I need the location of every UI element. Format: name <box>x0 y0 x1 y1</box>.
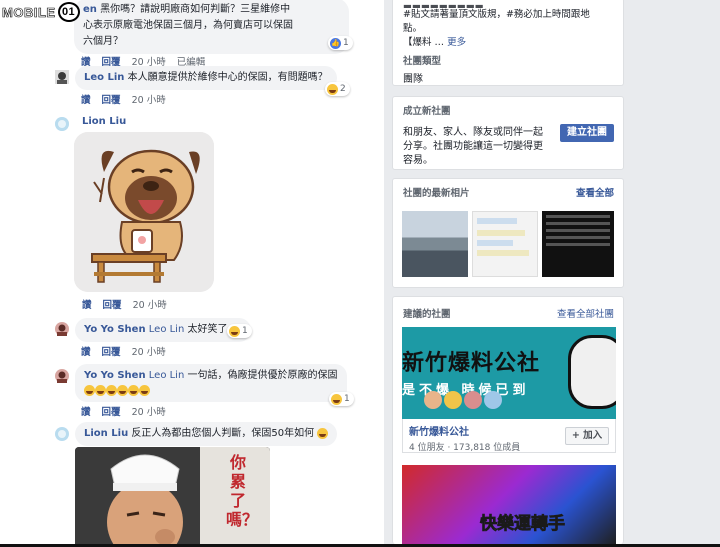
comment-actions: 讚 回覆 20 小時 <box>82 297 175 311</box>
comment-bubble: Leo Lin 本人願意提供於維修中心的保固，有問題嗎？ <box>75 66 337 90</box>
timestamp[interactable]: 20 小時 <box>132 347 166 358</box>
comment-text: 太好笑了 <box>187 324 228 335</box>
haha-icon <box>327 83 338 95</box>
comment-1: en 黑你嗎？請說明廠商如何判斷？三星維修中 心表示原廠電池保固三個月，為何賣店… <box>55 0 353 68</box>
like-icon: 👍 <box>330 37 341 49</box>
comment-bubble: en 黑你嗎？請說明廠商如何判斷？三星維修中 心表示原廠電池保固三個月，為何賣店… <box>74 0 349 54</box>
comment-text-line2: 心表示原廠電池保固三個月，為何賣店可以保固 <box>83 20 293 31</box>
comment-actions: 讚 回覆 20 小時 <box>75 404 347 418</box>
comment-bubble: Lion Liu 反正人為都由您個人判斷，保固50年如何 <box>75 422 338 446</box>
page-gutter <box>628 0 720 544</box>
avatar[interactable] <box>55 369 69 383</box>
banner2-title: 快樂運轉手 <box>480 514 566 535</box>
like-link[interactable]: 讚 <box>82 300 92 311</box>
suggested-title: 建議的社團 <box>403 309 451 320</box>
description-line: #貼文請著量頂文版規，#務必加上時間跟地 <box>403 9 590 20</box>
timestamp[interactable]: 20 小時 <box>132 95 166 106</box>
commenter-name[interactable]: Lion Liu <box>82 116 126 127</box>
emoji-row <box>84 384 150 396</box>
avatar[interactable] <box>55 322 69 336</box>
comment-actions: 讚 回覆 20 小時 <box>75 344 251 358</box>
comment-text: 本人願意提供於維修中心的保固，有問題嗎？ <box>127 72 328 83</box>
pug-sticker[interactable] <box>74 132 214 292</box>
meme-caption: 你累了嗎？ <box>226 453 259 529</box>
haha-icon <box>229 325 240 337</box>
site-logo: MOBILE 01 <box>2 2 80 22</box>
commenter-name[interactable]: Yo Yo Shen <box>84 324 146 335</box>
reaction-count: 2 <box>340 84 346 94</box>
commenter-name[interactable]: Lion Liu <box>84 428 128 439</box>
comment-5: Yo Yo Shen Leo Lin 一句話，偽廠提供優於原廠的保固 1 讚 回… <box>75 364 354 418</box>
photo-thumbnail[interactable] <box>402 211 468 277</box>
reaction-count: 1 <box>242 326 248 336</box>
see-all-groups-link[interactable]: 查看全部社團 <box>557 306 614 320</box>
create-group-button[interactable]: 建立社團 <box>560 124 614 142</box>
comment-6: Lion Liu 反正人為都由您個人判斷，保固50年如何 <box>75 422 338 446</box>
timestamp[interactable]: 20 小時 <box>132 407 166 418</box>
laughing-emoji <box>317 427 329 439</box>
comment-text-line1: 黑你嗎？請說明廠商如何判斷？三星維修中 <box>100 4 291 15</box>
comment-bubble: Yo Yo Shen Leo Lin 太好笑了 <box>75 318 251 342</box>
reply-link[interactable]: 回覆 <box>102 407 121 418</box>
description-line: 點。 <box>403 23 423 34</box>
description-line: 【爆料 <box>403 37 432 48</box>
suggested-groups-card: 建議的社團 查看全部社團 新竹爆料公社 是不爆 時候已到 新竹爆料公社 4 位朋… <box>392 296 624 545</box>
avatar[interactable] <box>55 117 69 131</box>
group-type-value: 團隊 <box>403 74 423 85</box>
desc-line: 和朋友、家人、隊友或同伴一起 <box>403 127 543 138</box>
comment-2: Leo Lin 本人願意提供於維修中心的保固，有問題嗎？ 2 讚 回覆 20 小… <box>75 66 350 106</box>
comment-feed: MOBILE 01 en 黑你嗎？請說明廠商如何判斷？三星維修中 心表示原廠電池… <box>0 0 384 544</box>
group-type-label: 社團類型 <box>403 56 442 67</box>
comment-text-line3: 六個月？ <box>83 36 123 47</box>
reply-link[interactable]: 回覆 <box>102 347 121 358</box>
comment-text: 反正人為都由您個人判斷，保固50年如何 <box>131 428 315 439</box>
group-banner-2[interactable]: 快樂運轉手 <box>402 465 616 545</box>
group-about-card: ▬▬▬▬▬▬▬▬▬ #貼文請著量頂文版規，#務必加上時間跟地 點。 【爆料 … … <box>392 0 624 86</box>
see-all-photos-link[interactable]: 查看全部 <box>576 185 614 199</box>
timestamp[interactable]: 20 小時 <box>133 300 167 311</box>
reply-link[interactable]: 回覆 <box>103 300 122 311</box>
comment-bubble: Yo Yo Shen Leo Lin 一句話，偽廠提供優於原廠的保固 <box>75 364 347 402</box>
like-link[interactable]: 讚 <box>81 407 91 418</box>
reaction-summary[interactable]: 2 <box>325 82 350 96</box>
reaction-count: 1 <box>343 38 349 48</box>
like-link[interactable]: 讚 <box>81 95 91 106</box>
commenter-name[interactable]: Leo Lin <box>84 72 124 83</box>
desc-line: 容易。 <box>403 155 433 166</box>
reaction-summary[interactable]: 👍 1 <box>328 36 353 50</box>
join-group-button[interactable]: + 加入 <box>565 427 609 445</box>
reaction-summary[interactable]: 1 <box>329 392 354 406</box>
reaction-summary[interactable]: 1 <box>227 324 252 338</box>
avatar[interactable] <box>55 427 69 441</box>
group-description: ▬▬▬▬▬▬▬▬▬ #貼文請著量頂文版規，#務必加上時間跟地 點。 【爆料 … … <box>403 0 613 50</box>
commenter-name[interactable]: en <box>83 4 97 15</box>
logo-text: MOBILE <box>2 4 56 20</box>
comment-text: 一句話，偽廠提供優於原廠的保固 <box>187 370 338 381</box>
reaction-count: 1 <box>344 394 350 404</box>
group-info-row: 新竹爆料公社 4 位朋友 · 173,818 位成員 + 加入 <box>402 419 616 453</box>
mention-link[interactable]: Leo Lin <box>149 370 185 381</box>
group-photos-card: 社團的最新相片 查看全部 <box>392 178 624 288</box>
comment-4: Yo Yo Shen Leo Lin 太好笑了 1 讚 回覆 20 小時 <box>75 318 252 358</box>
meme-image[interactable]: 你累了嗎？ <box>75 447 270 544</box>
banner-title: 新竹爆料公社 <box>402 351 541 376</box>
reply-link[interactable]: 回覆 <box>102 95 121 106</box>
photo-thumbnail[interactable] <box>472 211 538 277</box>
photo-thumbnail[interactable] <box>542 211 614 277</box>
desc-line: 分享。社團功能讓這一切變得更 <box>403 141 543 152</box>
group-banner[interactable]: 新竹爆料公社 是不爆 時候已到 <box>402 327 616 419</box>
haha-icon <box>331 393 342 405</box>
commenter-name[interactable]: Yo Yo Shen <box>84 370 146 381</box>
create-group-title: 成立新社團 <box>403 106 451 117</box>
banner-mascot <box>568 335 616 409</box>
logo-oval: 01 <box>57 2 80 22</box>
comment-actions: 讚 回覆 20 小時 <box>75 92 337 106</box>
like-link[interactable]: 讚 <box>81 347 91 358</box>
mention-link[interactable]: Leo Lin <box>149 324 185 335</box>
create-group-desc: 和朋友、家人、隊友或同伴一起 分享。社團功能讓這一切變得更 容易。 <box>403 126 563 168</box>
see-more-link[interactable]: 更多 <box>447 37 466 48</box>
create-group-card: 成立新社團 和朋友、家人、隊友或同伴一起 分享。社團功能讓這一切變得更 容易。 … <box>392 96 624 170</box>
avatar[interactable] <box>55 70 69 84</box>
